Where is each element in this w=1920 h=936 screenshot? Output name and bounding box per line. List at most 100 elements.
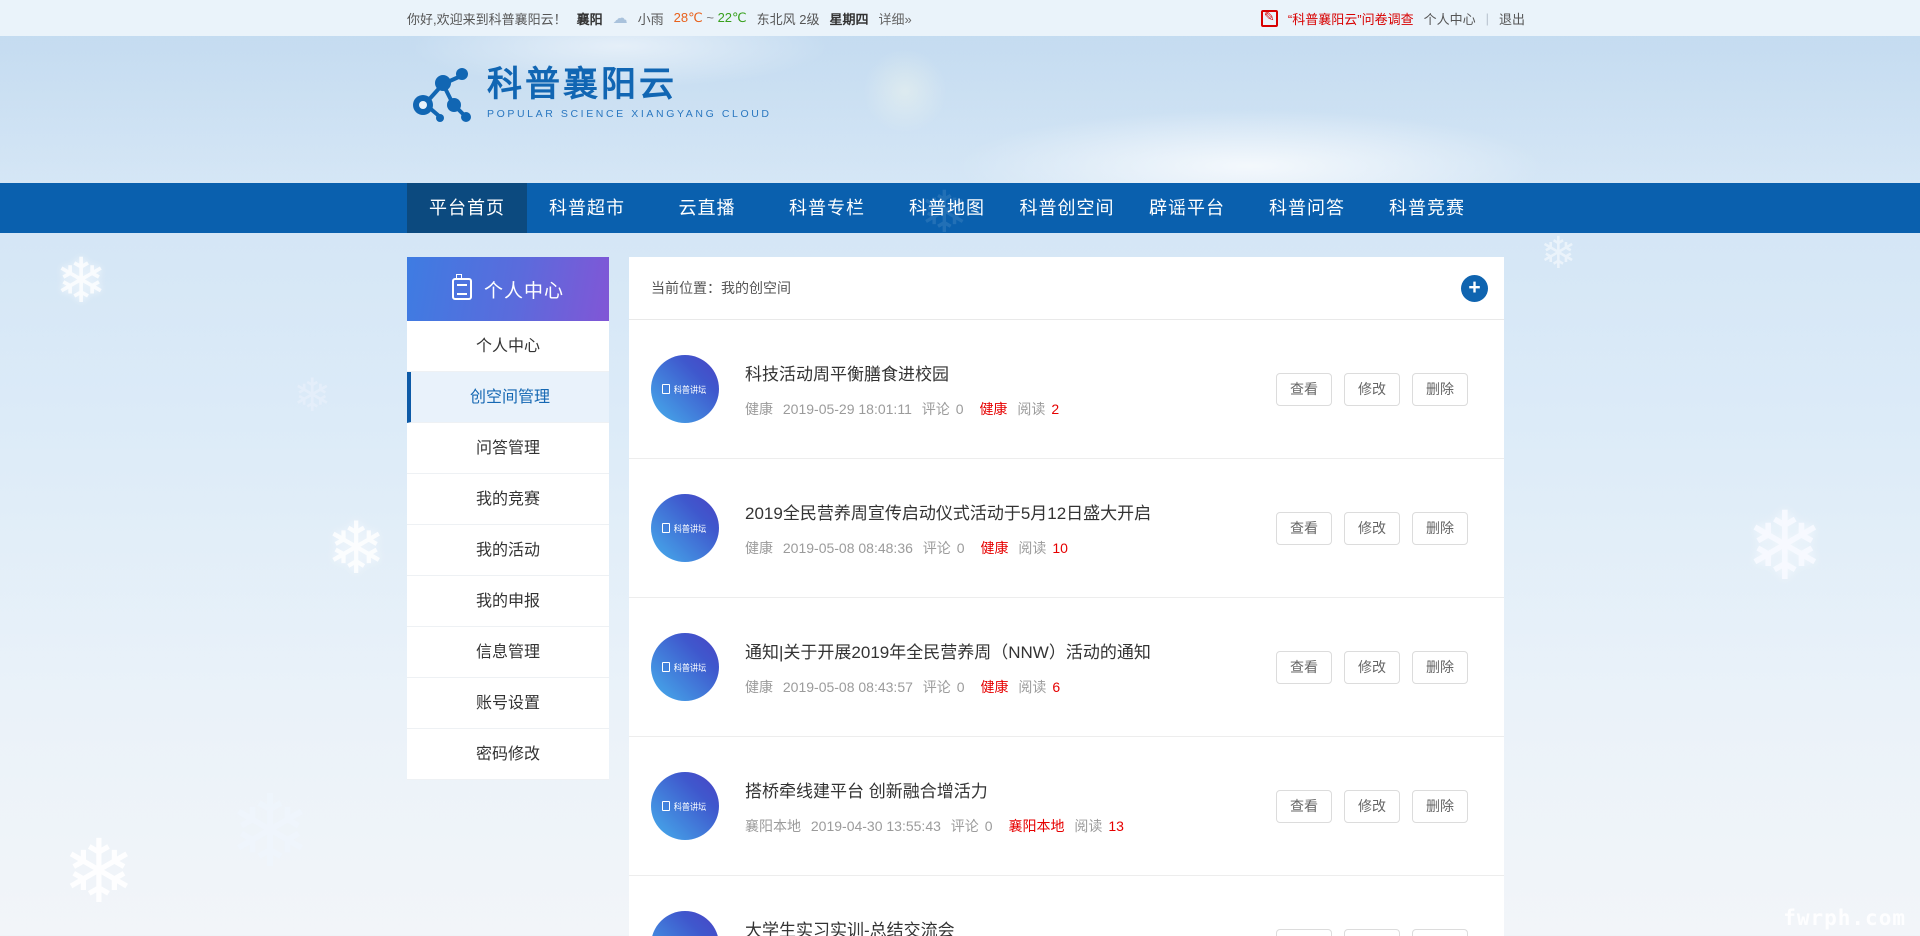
delete-button[interactable]: 删除 bbox=[1412, 929, 1468, 936]
nav-item[interactable]: 辟谣平台 bbox=[1127, 183, 1247, 233]
delete-button[interactable]: 删除 bbox=[1412, 512, 1468, 545]
sidebar-item[interactable]: 我的活动 bbox=[407, 525, 609, 576]
view-button[interactable]: 查看 bbox=[1276, 512, 1332, 545]
topbar: 你好,欢迎来到科普襄阳云！ 襄阳 ☁ 小雨 28℃ ~ 22℃ 东北风 2级 星… bbox=[0, 0, 1920, 36]
edit-button[interactable]: 修改 bbox=[1344, 512, 1400, 545]
article-title[interactable]: 2019全民营养周宣传启动仪式活动于5月12日盛大开启 bbox=[745, 499, 1151, 524]
article-datetime: 2019-04-30 13:55:43 bbox=[811, 818, 941, 834]
view-button[interactable]: 查看 bbox=[1276, 929, 1332, 936]
sidebar-header: 个人中心 bbox=[407, 257, 609, 321]
nav-item[interactable]: 平台首页 bbox=[407, 183, 527, 233]
weather-detail-link[interactable]: 详细» bbox=[878, 9, 911, 28]
delete-button[interactable]: 删除 bbox=[1412, 373, 1468, 406]
nav-item[interactable]: 科普地图 bbox=[887, 183, 1007, 233]
nav-items: 平台首页 科普超市 云直播 科普专栏 科普地图 科普创空间 辟谣平台 bbox=[407, 183, 1920, 233]
article-info: 2019全民营养周宣传启动仪式活动于5月12日盛大开启 健康 2019-05-0… bbox=[745, 499, 1151, 558]
avatar-clipboard-icon bbox=[662, 662, 670, 672]
sidebar-item-label: 创空间管理 bbox=[470, 389, 550, 406]
sidebar-item[interactable]: 密码修改 bbox=[407, 729, 609, 780]
edit-button[interactable]: 修改 bbox=[1344, 373, 1400, 406]
main-nav: 平台首页 科普超市 云直播 科普专栏 科普地图 科普创空间 辟谣平台 bbox=[0, 183, 1920, 233]
article-category: 健康 bbox=[745, 679, 773, 695]
snowflake-decoration bbox=[62, 828, 136, 916]
logo-text: 科普襄阳云 POPULAR SCIENCE XIANGYANG CLOUD bbox=[487, 66, 772, 120]
breadcrumb: 当前位置：我的创空间 bbox=[651, 278, 791, 298]
edit-button[interactable]: 修改 bbox=[1344, 929, 1400, 936]
article-title[interactable]: 大学生实习实训-总结交流会 bbox=[745, 916, 955, 936]
avatar-clipboard-icon bbox=[662, 801, 670, 811]
sidebar-item[interactable]: 我的竞赛 bbox=[407, 474, 609, 525]
weekday-label: 星期四 bbox=[829, 9, 868, 28]
snowflake-decoration bbox=[326, 512, 386, 584]
sidebar-item[interactable]: 我的申报 bbox=[407, 576, 609, 627]
article-category: 健康 bbox=[745, 540, 773, 556]
avatar-clipboard-icon bbox=[662, 523, 670, 533]
topbar-right: “科普襄阳云”问卷调查 个人中心 | 退出 bbox=[1251, 9, 1525, 28]
view-button[interactable]: 查看 bbox=[1276, 790, 1332, 823]
nav-item[interactable]: 科普问答 bbox=[1247, 183, 1367, 233]
article-avatar: 科普讲坛 bbox=[651, 911, 719, 936]
article-title[interactable]: 科技活动周平衡膳食进校园 bbox=[745, 360, 1071, 385]
add-button[interactable]: + bbox=[1461, 275, 1488, 302]
article-actions: 查看 修改 删除 bbox=[1264, 512, 1468, 545]
article-row: 科普讲坛 大学生实习实训-总结交流会 评论 阅读 查看 修改 删除 bbox=[629, 876, 1504, 936]
site-header: 科普襄阳云 POPULAR SCIENCE XIANGYANG CLOUD bbox=[0, 36, 1920, 183]
nav-item-label: 科普地图 bbox=[909, 198, 985, 218]
weather-temps: 28℃ ~ 22℃ bbox=[674, 10, 747, 26]
avatar-label: 科普讲坛 bbox=[674, 661, 706, 674]
sidebar-item[interactable]: 问答管理 bbox=[407, 423, 609, 474]
city-label: 襄阳 bbox=[577, 9, 603, 28]
nav-item-label: 科普问答 bbox=[1269, 198, 1345, 218]
view-button[interactable]: 查看 bbox=[1276, 373, 1332, 406]
article-tag: 健康 bbox=[980, 679, 1008, 695]
article-reads: 阅读10 bbox=[1018, 540, 1074, 556]
avatar-label: 科普讲坛 bbox=[674, 800, 706, 813]
nav-item[interactable]: 云直播 bbox=[647, 183, 767, 233]
view-button[interactable]: 查看 bbox=[1276, 651, 1332, 684]
logout-link[interactable]: 退出 bbox=[1499, 9, 1525, 28]
delete-button[interactable]: 删除 bbox=[1412, 651, 1468, 684]
sidebar-item[interactable]: 创空间管理 bbox=[407, 372, 609, 423]
article-comments: 评论0 bbox=[923, 679, 971, 695]
nav-item[interactable]: 科普创空间 bbox=[1007, 183, 1127, 233]
article-avatar: 科普讲坛 bbox=[651, 633, 719, 701]
article-row: 科普讲坛 2019全民营养周宣传启动仪式活动于5月12日盛大开启 健康 2019… bbox=[629, 459, 1504, 598]
sidebar-item-label: 密码修改 bbox=[476, 746, 540, 763]
nav-item[interactable]: 科普超市 bbox=[527, 183, 647, 233]
nav-item[interactable]: 科普专栏 bbox=[767, 183, 887, 233]
temp-tilde: ~ bbox=[706, 10, 714, 25]
article-actions: 查看 修改 删除 bbox=[1264, 651, 1468, 684]
avatar-label: 科普讲坛 bbox=[674, 522, 706, 535]
nav-item-label: 科普创空间 bbox=[1020, 198, 1115, 218]
sidebar-item-label: 问答管理 bbox=[476, 440, 540, 457]
article-info: 大学生实习实训-总结交流会 评论 阅读 bbox=[745, 916, 955, 936]
survey-link[interactable]: “科普襄阳云”问卷调查 bbox=[1288, 9, 1414, 28]
watermark: fwrph.com bbox=[1783, 906, 1906, 930]
nav-item-label: 平台首页 bbox=[429, 198, 505, 218]
sidebar-item[interactable]: 账号设置 bbox=[407, 678, 609, 729]
article-row: 科普讲坛 通知|关于开展2019年全民营养周（NNW）活动的通知 健康 2019… bbox=[629, 598, 1504, 737]
nav-item[interactable]: 科普竞赛 bbox=[1367, 183, 1487, 233]
snowflake-decoration bbox=[293, 372, 332, 418]
edit-button[interactable]: 修改 bbox=[1344, 790, 1400, 823]
breadcrumb-bar: 当前位置：我的创空间 + bbox=[629, 257, 1504, 320]
article-reads: 阅读6 bbox=[1018, 679, 1066, 695]
sidebar-item[interactable]: 个人中心 bbox=[407, 321, 609, 372]
article-comments: 评论0 bbox=[923, 540, 971, 556]
sidebar-item-label: 信息管理 bbox=[476, 644, 540, 661]
nav-item-label: 科普超市 bbox=[549, 198, 625, 218]
article-actions: 查看 修改 删除 bbox=[1264, 929, 1468, 936]
sidebar: 个人中心 个人中心 创空间管理 问答管理 我的竞赛 我的活动 我的申报 bbox=[407, 257, 609, 780]
sidebar-item[interactable]: 信息管理 bbox=[407, 627, 609, 678]
article-title[interactable]: 搭桥牵线建平台 创新融合增活力 bbox=[745, 777, 1136, 802]
user-center-link[interactable]: 个人中心 bbox=[1424, 9, 1476, 28]
article-title[interactable]: 通知|关于开展2019年全民营养周（NNW）活动的通知 bbox=[745, 638, 1151, 663]
article-info: 通知|关于开展2019年全民营养周（NNW）活动的通知 健康 2019-05-0… bbox=[745, 638, 1151, 697]
logo-title: 科普襄阳云 bbox=[487, 66, 772, 105]
snowflake-decoration bbox=[1540, 232, 1577, 276]
nav-item-label: 辟谣平台 bbox=[1149, 198, 1225, 218]
edit-button[interactable]: 修改 bbox=[1344, 651, 1400, 684]
site-logo[interactable]: 科普襄阳云 POPULAR SCIENCE XIANGYANG CLOUD bbox=[409, 60, 772, 126]
delete-button[interactable]: 删除 bbox=[1412, 790, 1468, 823]
avatar-label: 科普讲坛 bbox=[674, 383, 706, 396]
